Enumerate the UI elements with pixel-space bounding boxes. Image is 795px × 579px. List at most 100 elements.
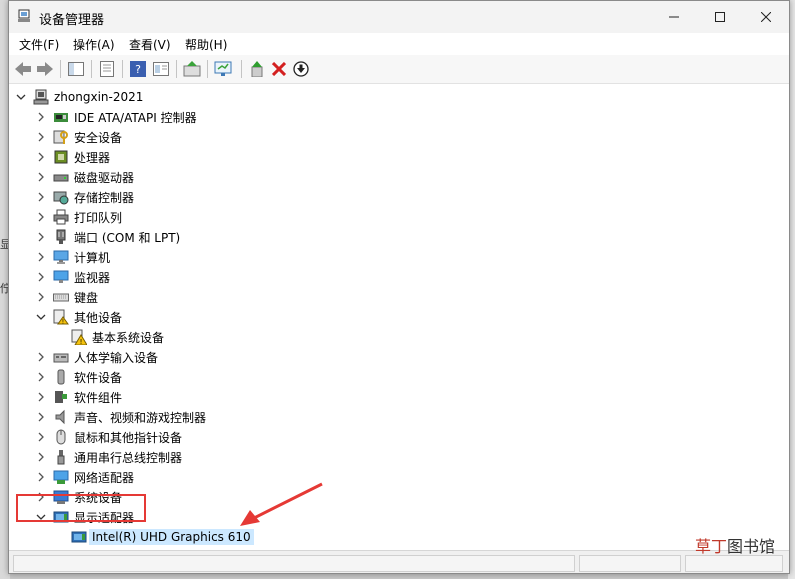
tree-toggle[interactable] bbox=[35, 251, 47, 263]
tree-item-label: 计算机 bbox=[74, 250, 111, 265]
update-driver-icon bbox=[183, 61, 201, 77]
view-icon bbox=[153, 62, 169, 76]
tree-toggle[interactable] bbox=[35, 131, 47, 143]
tree-toggle[interactable] bbox=[35, 151, 47, 163]
mouse-icon bbox=[53, 429, 69, 445]
tree-category-item[interactable]: 网络适配器 bbox=[35, 467, 134, 487]
tree-device-item[interactable]: Intel(R) UHD Graphics 610 bbox=[53, 527, 254, 547]
maximize-button[interactable] bbox=[697, 1, 743, 33]
status-cell bbox=[13, 555, 575, 572]
tree-category-item[interactable]: 人体学输入设备 bbox=[35, 347, 158, 367]
menu-action[interactable]: 操作(A) bbox=[73, 36, 115, 53]
toolbar-separator bbox=[176, 60, 177, 78]
tree-toggle[interactable] bbox=[35, 451, 47, 463]
tree-toggle[interactable] bbox=[35, 391, 47, 403]
tree-toggle[interactable] bbox=[15, 91, 27, 103]
show-hide-tree-button[interactable] bbox=[66, 59, 86, 79]
menu-file[interactable]: 文件(F) bbox=[19, 36, 59, 53]
expand-chevron-icon bbox=[38, 352, 44, 362]
svg-text:!: ! bbox=[80, 338, 83, 345]
tree-category-item[interactable]: ! 其他设备 bbox=[35, 307, 122, 327]
back-arrow-icon bbox=[15, 62, 31, 76]
tree-item-label: 键盘 bbox=[74, 290, 99, 305]
tree-toggle[interactable] bbox=[35, 111, 47, 123]
toolbar-separator bbox=[60, 60, 61, 78]
software-device-icon bbox=[53, 369, 69, 385]
tree-category-item[interactable]: 鼠标和其他指针设备 bbox=[35, 427, 182, 447]
tree-item-label: Intel(R) UHD Graphics 610 bbox=[89, 529, 254, 545]
tree-category-item[interactable]: 安全设备 bbox=[35, 127, 122, 147]
tree-category-item[interactable]: 键盘 bbox=[35, 287, 98, 307]
expand-chevron-icon bbox=[38, 392, 44, 402]
tree-category-item[interactable]: 处理器 bbox=[35, 147, 110, 167]
expand-chevron-icon bbox=[38, 152, 44, 162]
tree-toggle[interactable] bbox=[35, 211, 47, 223]
other-devices-icon: ! bbox=[53, 309, 69, 325]
tree-category-item[interactable]: 端口 (COM 和 LPT) bbox=[35, 227, 180, 247]
tree-category-item[interactable]: 声音、视频和游戏控制器 bbox=[35, 407, 206, 427]
enable-device-icon bbox=[251, 61, 263, 77]
title-bar[interactable]: 设备管理器 bbox=[9, 1, 789, 33]
tree-toggle[interactable] bbox=[35, 351, 47, 363]
tree-toggle[interactable] bbox=[35, 291, 47, 303]
tree-category-item[interactable]: 软件组件 bbox=[35, 387, 122, 407]
tree-toggle[interactable] bbox=[35, 271, 47, 283]
close-button[interactable] bbox=[743, 1, 789, 33]
forward-arrow-icon bbox=[37, 62, 53, 76]
tree-toggle[interactable] bbox=[35, 231, 47, 243]
help-button[interactable]: ? bbox=[128, 59, 148, 79]
tree-category-item[interactable]: 存储控制器 bbox=[35, 187, 134, 207]
tree-category-item[interactable]: 通用串行总线控制器 bbox=[35, 447, 182, 467]
usb-icon bbox=[53, 449, 69, 465]
tree-item-label: zhongxin-2021 bbox=[54, 90, 144, 104]
tree-item-label: 软件组件 bbox=[74, 390, 123, 405]
tree-category-item[interactable]: 磁盘驱动器 bbox=[35, 167, 134, 187]
expand-chevron-icon bbox=[38, 292, 44, 302]
annotation-highlight-box bbox=[16, 494, 146, 522]
watermark-accent: 草丁 bbox=[695, 537, 728, 556]
device-manager-window: 设备管理器 文件(F) 操作(A) 查看(V) 帮助(H) ? zhongxin… bbox=[8, 0, 790, 574]
tree-device-item[interactable]: ! 基本系统设备 bbox=[53, 327, 164, 347]
tree-toggle[interactable] bbox=[35, 311, 47, 323]
tree-toggle[interactable] bbox=[35, 471, 47, 483]
scan-hardware-button[interactable] bbox=[213, 59, 233, 79]
annotation-arrow bbox=[240, 482, 323, 526]
update-driver-button[interactable] bbox=[182, 59, 202, 79]
tree-item-label: 网络适配器 bbox=[74, 470, 135, 485]
disable-device-button[interactable] bbox=[291, 59, 311, 79]
tree-category-item[interactable]: IDE ATA/ATAPI 控制器 bbox=[35, 107, 197, 127]
printer-icon bbox=[53, 209, 69, 225]
tree-item-label: 声音、视频和游戏控制器 bbox=[74, 410, 207, 425]
menu-view[interactable]: 查看(V) bbox=[129, 36, 171, 53]
tree-category-item[interactable]: 计算机 bbox=[35, 247, 110, 267]
tree-toggle[interactable] bbox=[35, 171, 47, 183]
menu-help[interactable]: 帮助(H) bbox=[185, 36, 227, 53]
uninstall-device-icon bbox=[272, 62, 286, 76]
forward-button[interactable] bbox=[35, 59, 55, 79]
tree-category-item[interactable]: 监视器 bbox=[35, 267, 110, 287]
expand-chevron-icon bbox=[38, 232, 44, 242]
minimize-button[interactable] bbox=[651, 1, 697, 33]
tree-category-item[interactable]: 软件设备 bbox=[35, 367, 122, 387]
tree-root-computer[interactable]: zhongxin-2021 bbox=[15, 87, 143, 107]
properties-button[interactable] bbox=[97, 59, 117, 79]
enable-device-button[interactable] bbox=[247, 59, 267, 79]
device-tree: zhongxin-2021 IDE ATA/ATAPI 控制器 安全设备 处理器磁盘驱… bbox=[9, 84, 789, 550]
back-button[interactable] bbox=[13, 59, 33, 79]
tree-item-label: 打印队列 bbox=[74, 210, 123, 225]
uninstall-device-button[interactable] bbox=[269, 59, 289, 79]
computer-root-icon bbox=[33, 89, 49, 105]
expand-chevron-icon bbox=[38, 472, 44, 482]
status-cell bbox=[685, 555, 783, 572]
tree-toggle[interactable] bbox=[35, 191, 47, 203]
tree-item-label: 监视器 bbox=[74, 270, 111, 285]
tree-toggle[interactable] bbox=[35, 411, 47, 423]
toolbar-separator bbox=[207, 60, 208, 78]
view-button[interactable] bbox=[151, 59, 171, 79]
tree-toggle[interactable] bbox=[35, 431, 47, 443]
svg-text:!: ! bbox=[62, 319, 64, 326]
tree-item-label: 软件设备 bbox=[74, 370, 123, 385]
tree-toggle[interactable] bbox=[35, 371, 47, 383]
tree-category-item[interactable]: 打印队列 bbox=[35, 207, 122, 227]
tree-item-label: 磁盘驱动器 bbox=[74, 170, 135, 185]
